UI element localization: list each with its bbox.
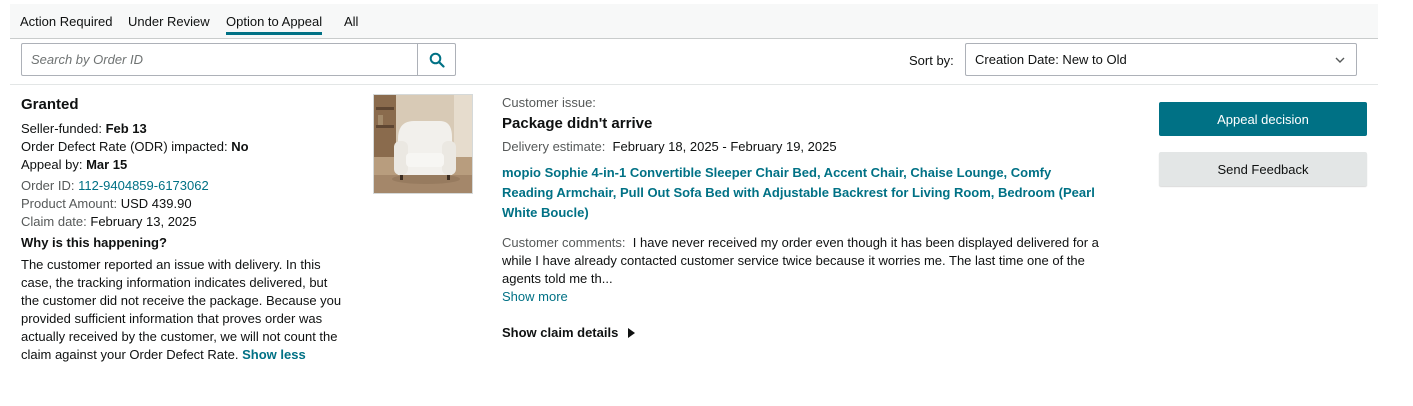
sort-selected-value: Creation Date: New to Old: [975, 52, 1127, 67]
appeal-by-row: Appeal by: Mar 15: [21, 157, 128, 172]
claim-status: Granted: [21, 96, 79, 113]
odr-row: Order Defect Rate (ODR) impacted: No: [21, 139, 249, 154]
issue-title: Package didn't arrive: [502, 115, 653, 132]
tab-under-review[interactable]: Under Review: [128, 14, 210, 29]
customer-issue-label: Customer issue:: [502, 95, 596, 110]
why-heading: Why is this happening?: [21, 235, 167, 250]
tab-option-to-appeal[interactable]: Option to Appeal: [226, 14, 323, 35]
search-button[interactable]: [417, 44, 455, 75]
claim-explanation: The customer reported an issue with deli…: [21, 257, 342, 362]
product-amount-row: Product Amount: USD 439.90: [21, 196, 192, 211]
search-icon: [429, 52, 445, 68]
claim-date-row: Claim date: February 13, 2025: [21, 214, 197, 229]
delivery-estimate: Delivery estimate: February 18, 2025 - F…: [502, 139, 837, 154]
claim-details-label: Show claim details: [502, 325, 619, 340]
tab-action-required[interactable]: Action Required: [20, 14, 113, 29]
armchair-image: [374, 95, 472, 193]
tab-all[interactable]: All: [344, 14, 358, 29]
order-id-row: Order ID: 112-9404859-6173062: [21, 178, 209, 193]
show-claim-details-toggle[interactable]: Show claim details: [502, 325, 636, 340]
sort-dropdown[interactable]: Creation Date: New to Old: [965, 43, 1357, 76]
search-box: [21, 43, 456, 76]
send-feedback-button[interactable]: Send Feedback: [1159, 152, 1367, 186]
show-less-link[interactable]: Show less: [242, 347, 306, 362]
status-tabs: Action Required Under Review Option to A…: [10, 4, 1378, 39]
product-image[interactable]: [373, 94, 473, 194]
appeal-decision-button[interactable]: Appeal decision: [1159, 102, 1367, 136]
customer-comments: Customer comments: I have never received…: [502, 235, 1099, 286]
divider: [10, 84, 1378, 85]
claim-summary: Granted Seller-funded: Feb 13 Order Defe…: [21, 96, 346, 364]
chevron-down-icon: [1335, 57, 1345, 63]
issue-details: Customer issue: Package didn't arrive De…: [502, 95, 1122, 341]
sort-label: Sort by:: [909, 53, 954, 68]
order-id-link[interactable]: 112-9404859-6173062: [78, 178, 209, 193]
seller-funded-row: Seller-funded: Feb 13: [21, 121, 147, 136]
product-title-link[interactable]: mopio Sophie 4-in-1 Convertible Sleeper …: [502, 163, 1102, 223]
search-input[interactable]: [22, 44, 417, 75]
show-more-link[interactable]: Show more: [502, 288, 1122, 306]
caret-right-icon: [628, 327, 636, 338]
